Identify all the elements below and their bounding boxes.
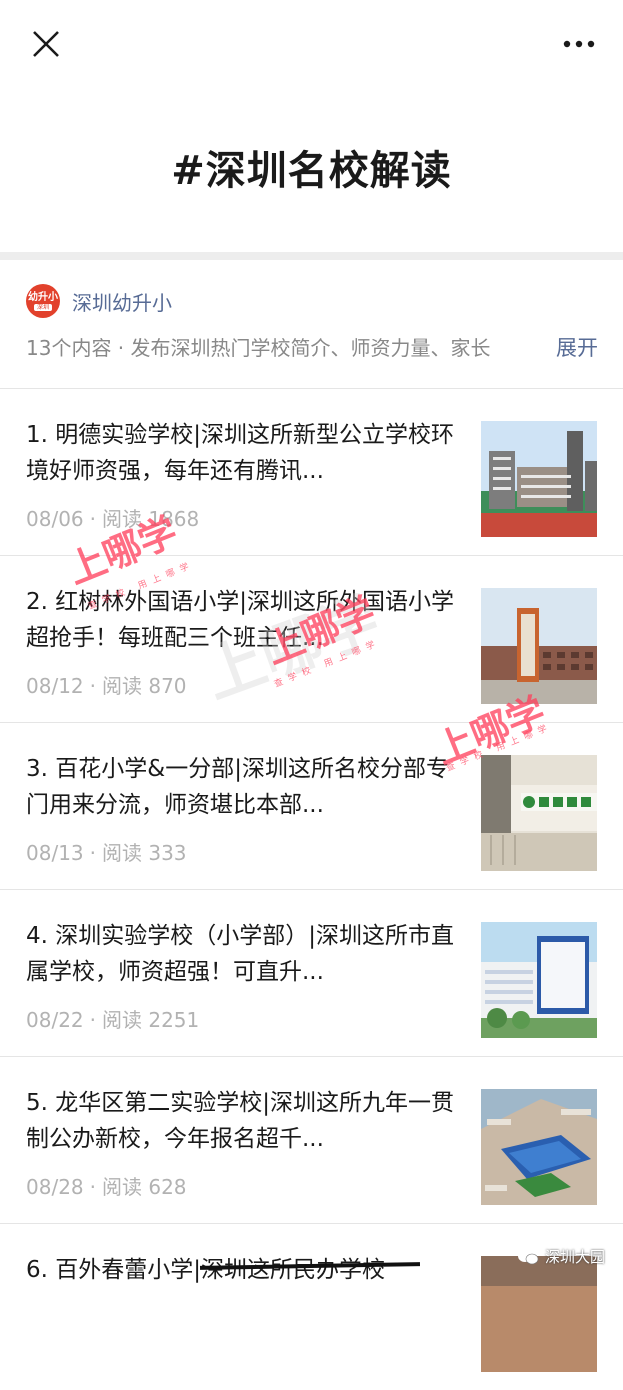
article-reads: 阅读 2251 [102, 1008, 200, 1032]
page-title: #深圳名校解读 [171, 148, 452, 194]
account-row[interactable]: 幼升小 深圳 深圳幼升小 [26, 284, 172, 318]
article-thumbnail[interactable] [481, 755, 597, 871]
avatar[interactable]: 幼升小 深圳 [26, 284, 60, 318]
description-fade [486, 332, 534, 364]
expand-button[interactable]: 展开 [556, 332, 598, 364]
article-reads: 阅读 333 [102, 841, 187, 865]
more-options-button[interactable] [557, 28, 601, 60]
article-list: 1. 明德实验学校|深圳这所新型公立学校环境好师资强，每年还有腾讯... 08/… [0, 388, 623, 1390]
article-title[interactable]: 3. 百花小学&一分部|深圳这所名校分部专门用来分流，师资堪比本部... [26, 751, 466, 823]
article-meta: 08/12 · 阅读 870 [26, 674, 187, 698]
article-date: 08/13 [26, 841, 84, 865]
article-item[interactable]: 5. 龙华区第二实验学校|深圳这所九年一贯制公办新校，今年报名超千... 08/… [0, 1056, 623, 1223]
avatar-subtext: 深圳 [33, 303, 52, 311]
close-button[interactable] [28, 26, 64, 62]
article-title[interactable]: 5. 龙华区第二实验学校|深圳这所九年一贯制公办新校，今年报名超千... [26, 1085, 466, 1157]
account-name[interactable]: 深圳幼升小 [72, 287, 172, 316]
section-divider [0, 252, 623, 260]
article-meta: 08/28 · 阅读 628 [26, 1175, 187, 1199]
article-item[interactable]: 1. 明德实验学校|深圳这所新型公立学校环境好师资强，每年还有腾讯... 08/… [0, 388, 623, 555]
close-icon [33, 31, 59, 57]
article-meta: 08/06 · 阅读 1868 [26, 507, 200, 531]
article-title[interactable]: 2. 红树林外国语小学|深圳这所外国语小学超抢手！每班配三个班主任... [26, 584, 466, 656]
collection-description: 13个内容 · 发布深圳热门学校简介、师资力量、家长 [26, 336, 491, 360]
article-meta: 08/13 · 阅读 333 [26, 841, 187, 865]
source-badge: 深圳大园 [517, 1246, 605, 1267]
article-title[interactable]: 1. 明德实验学校|深圳这所新型公立学校环境好师资强，每年还有腾讯... [26, 417, 466, 489]
article-thumbnail[interactable] [481, 1089, 597, 1205]
top-bar [0, 0, 623, 90]
article-meta: 08/22 · 阅读 2251 [26, 1008, 200, 1032]
article-thumbnail[interactable] [481, 1256, 597, 1372]
article-reads: 阅读 628 [102, 1175, 187, 1199]
article-date: 08/22 [26, 1008, 84, 1032]
article-item[interactable]: 3. 百花小学&一分部|深圳这所名校分部专门用来分流，师资堪比本部... 08/… [0, 722, 623, 889]
collection-description-row: 13个内容 · 发布深圳热门学校简介、师资力量、家长 展开 [26, 332, 598, 364]
more-icon [563, 40, 595, 48]
article-thumbnail[interactable] [481, 421, 597, 537]
article-date: 08/06 [26, 507, 84, 531]
article-date: 08/28 [26, 1175, 84, 1199]
article-item[interactable]: 4. 深圳实验学校（小学部）|深圳这所市直属学校，师资超强！可直升... 08/… [0, 889, 623, 1056]
wechat-icon [517, 1249, 539, 1264]
article-date: 08/12 [26, 674, 84, 698]
article-reads: 阅读 1868 [102, 507, 200, 531]
avatar-text: 幼升小 [28, 291, 58, 303]
article-thumbnail[interactable] [481, 922, 597, 1038]
article-item[interactable]: 2. 红树林外国语小学|深圳这所外国语小学超抢手！每班配三个班主任... 08/… [0, 555, 623, 722]
article-reads: 阅读 870 [102, 674, 187, 698]
source-badge-text: 深圳大园 [544, 1248, 605, 1266]
article-title[interactable]: 4. 深圳实验学校（小学部）|深圳这所市直属学校，师资超强！可直升... [26, 918, 466, 990]
article-thumbnail[interactable] [481, 588, 597, 704]
